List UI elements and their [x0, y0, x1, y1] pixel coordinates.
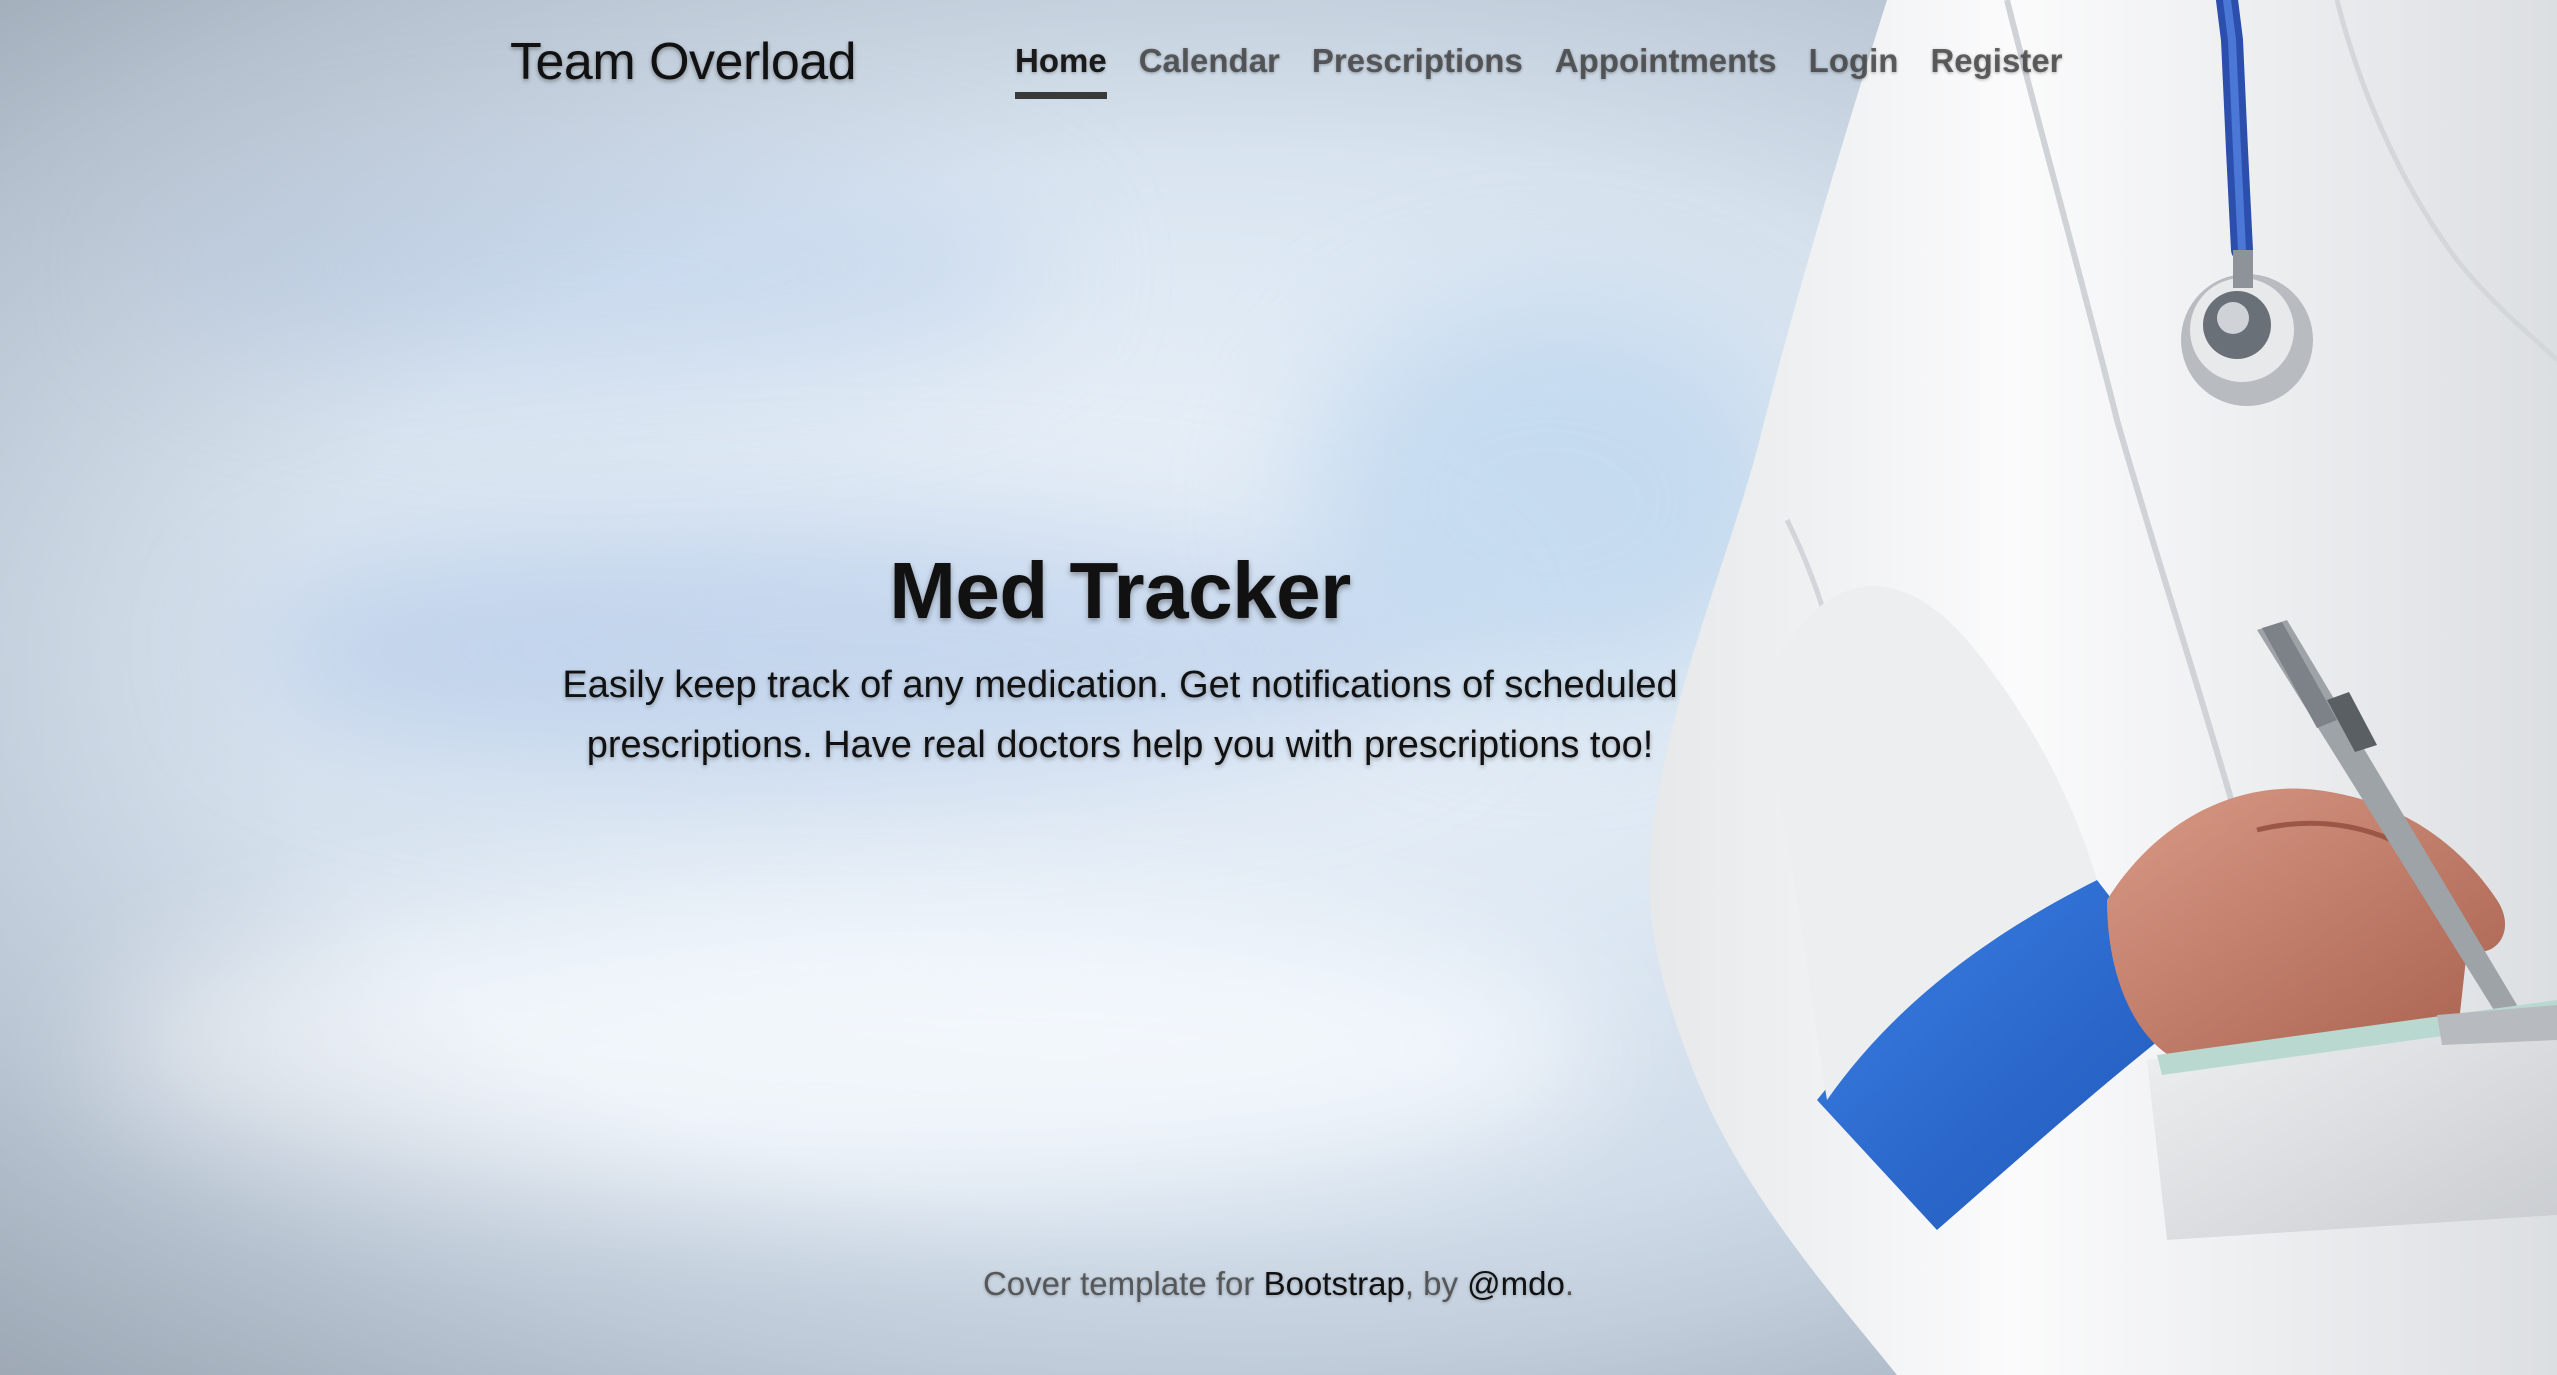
nav-login-link[interactable]: Login — [1809, 42, 1899, 99]
nav-register-link[interactable]: Register — [1930, 42, 2062, 99]
hero-lead-line-1: Easily keep track of any medication. Get… — [562, 664, 1678, 706]
footer: Cover template for Bootstrap, by @mdo. — [0, 1265, 2557, 1303]
hero-lead: Easily keep track of any medication. Get… — [550, 655, 1690, 775]
nav-prescriptions-link[interactable]: Prescriptions — [1312, 42, 1523, 99]
author-link[interactable]: @mdo — [1467, 1265, 1565, 1302]
hero-title: Med Tracker — [889, 546, 1351, 635]
nav-home-link[interactable]: Home — [1015, 42, 1107, 99]
nav-appointments-link[interactable]: Appointments — [1555, 42, 1777, 99]
doctor-image — [1649, 0, 2557, 1375]
hero-lead-line-2: prescriptions. Have real doctors help yo… — [586, 724, 1654, 766]
footer-suffix-text: . — [1564, 1265, 1575, 1302]
main-nav: Home Calendar Prescriptions Appointments… — [1015, 42, 2063, 99]
bootstrap-link[interactable]: Bootstrap — [1264, 1265, 1405, 1302]
footer-prefix-text: Cover template for — [982, 1265, 1264, 1302]
nav-calendar-link[interactable]: Calendar — [1139, 42, 1280, 99]
masthead: Team Overload Home Calendar Prescription… — [510, 28, 2063, 108]
brand-title[interactable]: Team Overload — [510, 32, 857, 92]
hero: Med Tracker Easily keep track of any med… — [540, 545, 1700, 775]
footer-middle-text: , by — [1404, 1265, 1468, 1302]
